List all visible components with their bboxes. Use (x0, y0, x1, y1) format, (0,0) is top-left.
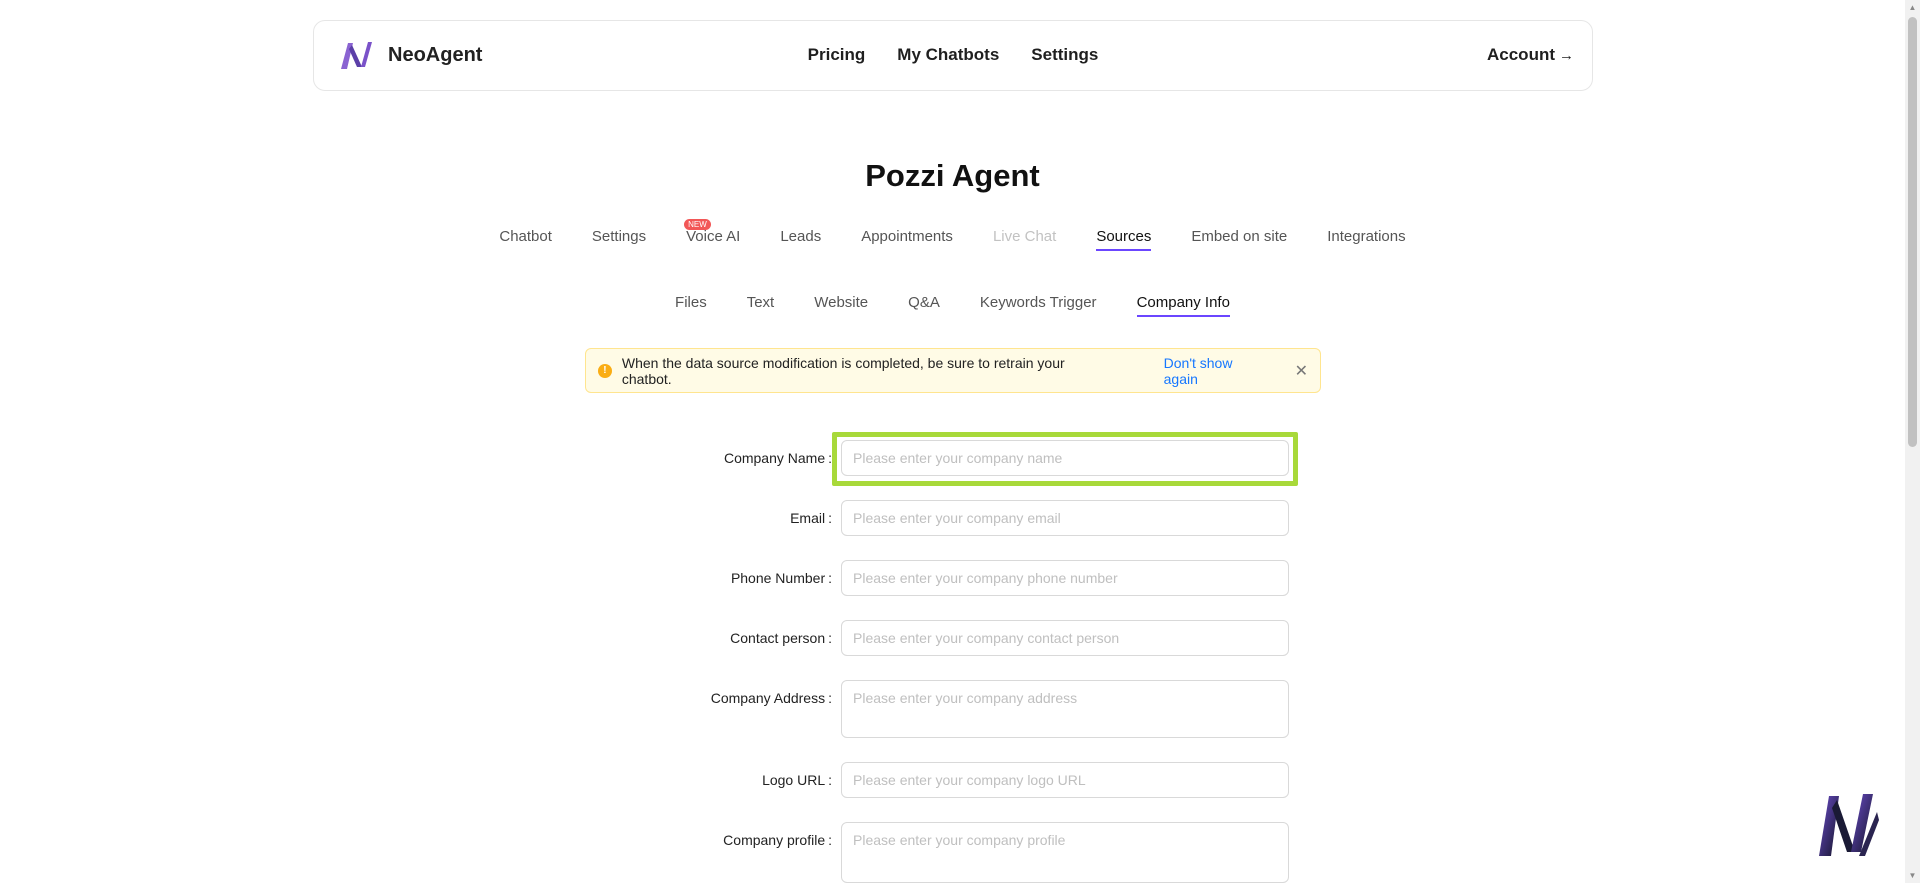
tab-leads[interactable]: Leads (780, 228, 821, 251)
close-icon[interactable]: ✕ (1295, 361, 1308, 381)
company-profile-label: Company profile: (723, 832, 832, 848)
contact-person-input[interactable] (841, 620, 1289, 656)
nav-settings[interactable]: Settings (1031, 45, 1098, 65)
company-name-label: Company Name: (723, 450, 832, 466)
phone-number-input[interactable] (841, 560, 1289, 596)
scrollbar-thumb[interactable] (1908, 17, 1917, 447)
logo-url-label: Logo URL: (762, 772, 832, 788)
tab-live-chat: Live Chat (992, 228, 1057, 245)
account-label: Account (1487, 45, 1555, 64)
tab-chatbot[interactable]: Chatbot (499, 228, 552, 251)
subtab-company-info[interactable]: Company Info (1136, 294, 1230, 317)
warning-icon: ! (598, 363, 612, 378)
top-header: NeoAgent Pricing My Chatbots Settings Ac… (313, 20, 1593, 91)
tab-sources[interactable]: Sources (1096, 228, 1152, 251)
tab-voice-ai[interactable]: NEW Voice AI (684, 219, 741, 251)
page: NeoAgent Pricing My Chatbots Settings Ac… (0, 0, 1920, 883)
contact-person-label: Contact person: (730, 630, 832, 646)
company-name-input[interactable] (841, 440, 1289, 476)
dont-show-again-link[interactable]: Don't show again (1164, 355, 1270, 387)
tab-embed-on-site[interactable]: Embed on site (1191, 228, 1287, 251)
account-button[interactable]: Account → (1487, 45, 1574, 65)
tab-voice-ai-label: Voice AI (686, 228, 741, 245)
subtab-qa[interactable]: Q&A (908, 294, 940, 317)
subtab-text[interactable]: Text (747, 294, 775, 317)
email-label: Email: (790, 510, 832, 526)
arrow-right-icon: → (1559, 47, 1574, 64)
company-profile-input[interactable] (841, 822, 1289, 883)
top-nav: Pricing My Chatbots Settings (314, 45, 1592, 65)
tab-appointments[interactable]: Appointments (861, 228, 953, 251)
page-title: Pozzi Agent (865, 158, 1040, 193)
phone-number-label: Phone Number: (730, 570, 832, 586)
scrollbar[interactable]: ▲ ▼ (1905, 0, 1920, 883)
alert-text: When the data source modification is com… (621, 354, 1065, 387)
main-tabs: Chatbot Settings NEW Voice AI Leads Appo… (0, 219, 1905, 251)
chat-widget-icon[interactable] (1815, 790, 1881, 860)
company-address-input[interactable] (841, 680, 1289, 738)
tab-settings[interactable]: Settings (592, 228, 646, 251)
subtab-files[interactable]: Files (675, 294, 707, 317)
sub-tabs: Files Text Website Q&A Keywords Trigger … (0, 294, 1905, 317)
subtab-website[interactable]: Website (814, 294, 868, 317)
scroll-up-icon[interactable]: ▲ (1905, 0, 1920, 15)
subtab-keywords-trigger[interactable]: Keywords Trigger (980, 294, 1097, 317)
email-input[interactable] (841, 500, 1289, 536)
nav-my-chatbots[interactable]: My Chatbots (897, 45, 999, 65)
company-address-label: Company Address: (710, 690, 832, 706)
tab-integrations[interactable]: Integrations (1327, 228, 1405, 251)
retrain-alert: ! When the data source modification is c… (585, 348, 1321, 393)
nav-pricing[interactable]: Pricing (808, 45, 866, 65)
logo-url-input[interactable] (841, 762, 1289, 798)
new-badge: NEW (684, 219, 711, 230)
scroll-down-icon[interactable]: ▼ (1905, 868, 1920, 883)
